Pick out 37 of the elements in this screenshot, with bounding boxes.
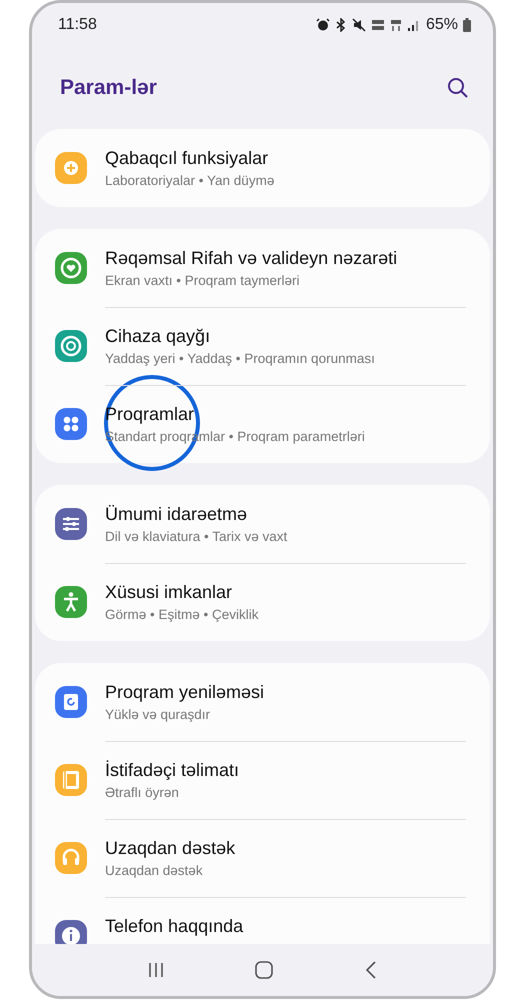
settings-item[interactable]: Proqram yeniləməsi Yüklə və quraşdır xyxy=(55,663,466,741)
item-title: Proqram yeniləməsi xyxy=(105,682,264,703)
page-title: Param-lər xyxy=(60,76,157,100)
status-time: 11:58 xyxy=(58,16,97,34)
item-title: Xüsusi imkanlar xyxy=(105,582,232,603)
item-subtitle: Dil və klaviatura • Tarix və vaxt xyxy=(105,529,288,544)
search-icon[interactable] xyxy=(447,77,469,99)
item-title: İstifadəçi təlimatı xyxy=(105,760,240,781)
mute-icon xyxy=(352,18,366,32)
item-title: Cihaza qayğı xyxy=(105,326,210,347)
settings-item[interactable]: İstifadəçi təlimatı Ətraflı öyrən xyxy=(55,741,466,819)
item-subtitle: Görmə • Eşitmə • Çeviklik xyxy=(105,607,258,622)
alarm-icon xyxy=(316,18,330,32)
battery-icon xyxy=(463,18,471,32)
item-title: Uzaqdan dəstək xyxy=(105,838,236,859)
item-subtitle: Yaddaş yeri • Yaddaş • Proqramın qorunması xyxy=(105,351,375,366)
settings-item[interactable]: Uzaqdan dəstək Uzaqdan dəstək xyxy=(55,819,466,897)
item-title: Ümumi idarəetmə xyxy=(105,504,248,525)
item-title: Qabaqcıl funksiyalar xyxy=(105,148,268,169)
recent-apps-icon[interactable] xyxy=(146,961,165,979)
signal-icon xyxy=(406,18,421,32)
bluetooth-icon xyxy=(334,18,347,32)
settings-item[interactable]: Rəqəmsal Rifah və valideyn nəzarəti Ekran vaxtı • Proqram taymerləri xyxy=(55,229,466,307)
battery-level: 65% xyxy=(426,16,458,34)
back-icon[interactable] xyxy=(364,961,378,979)
settings-item[interactable]: Ümumi idarəetmə Dil və klaviatura • Tarix və vaxt xyxy=(55,485,466,563)
settings-item[interactable]: Xüsusi imkanlar Görmə • Eşitmə • Çeviklik xyxy=(55,563,466,641)
settings-item[interactable]: Qabaqcıl funksiyalar Laboratoriyalar • Yan düymə xyxy=(55,129,466,207)
item-subtitle: Yüklə və quraşdır xyxy=(105,707,210,722)
item-subtitle: Laboratoriyalar • Yan düymə xyxy=(105,173,274,188)
item-subtitle: Ekran vaxtı • Proqram taymerləri xyxy=(105,273,300,288)
item-subtitle: Uzaqdan dəstək xyxy=(105,863,203,878)
item-title: Rəqəmsal Rifah və valideyn nəzarəti xyxy=(105,248,398,269)
item-subtitle: Ətraflı öyrən xyxy=(105,785,179,800)
settings-item[interactable]: Cihaza qayğı Yaddaş yeri • Yaddaş • Proqramın qorunması xyxy=(55,307,466,385)
item-title: Telefon haqqında xyxy=(105,916,244,937)
home-icon[interactable] xyxy=(254,960,274,980)
